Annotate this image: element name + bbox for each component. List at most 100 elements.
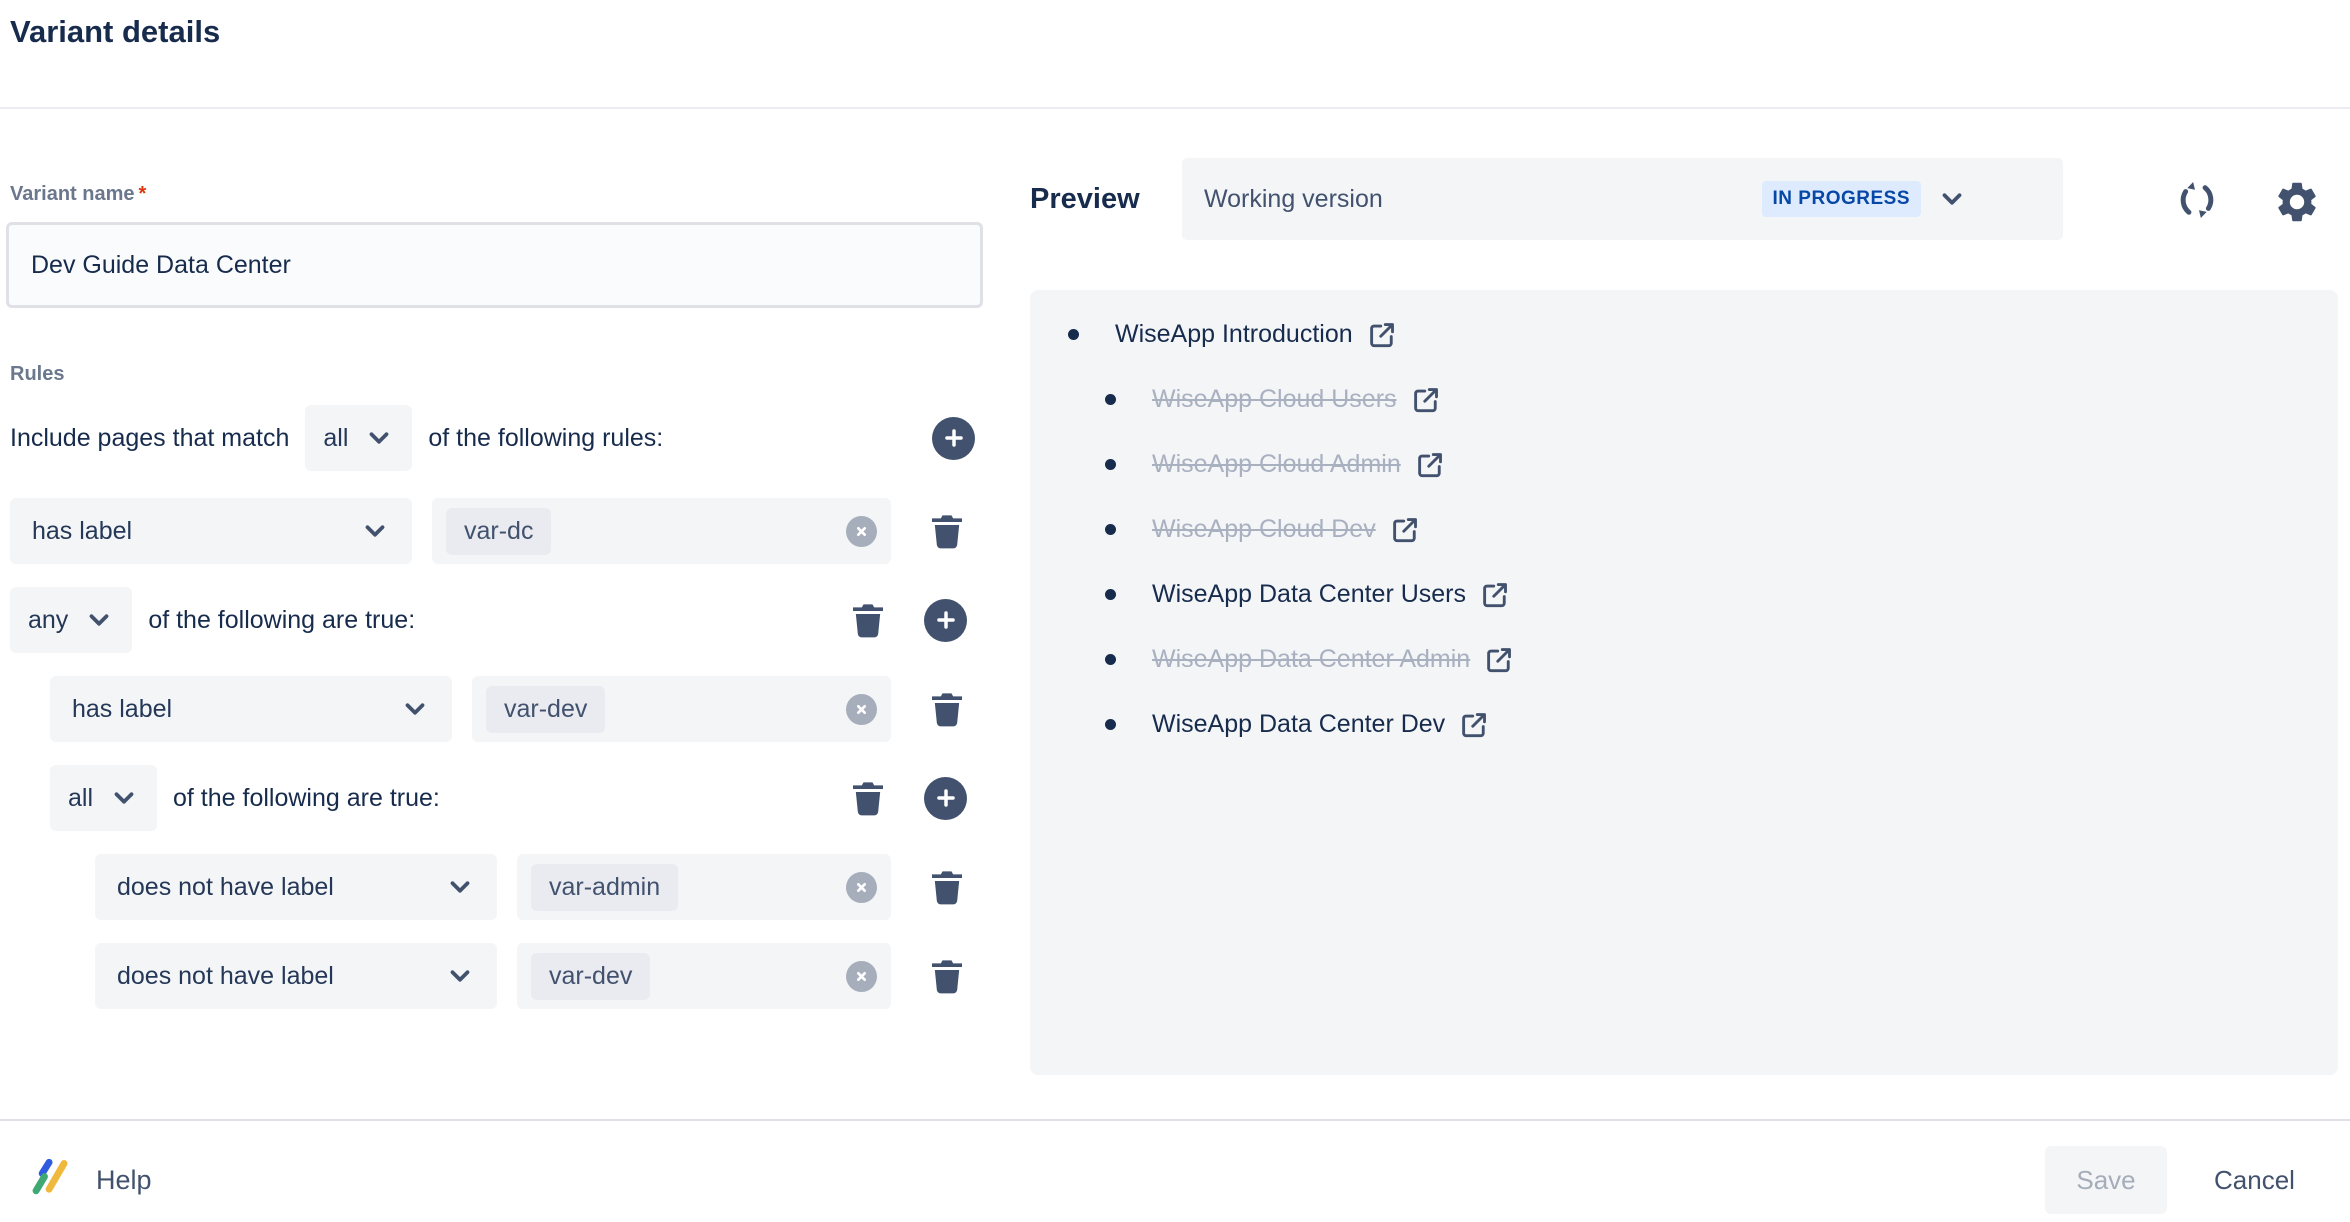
delete-group-button[interactable] xyxy=(848,776,888,820)
label-chip: var-dc xyxy=(446,508,551,555)
chevron-down-icon xyxy=(400,694,430,724)
refresh-preview-button[interactable] xyxy=(2175,178,2219,222)
group-match-select[interactable]: any xyxy=(10,587,132,653)
page-title: Variant details xyxy=(10,14,220,50)
plus-icon xyxy=(941,425,967,451)
rule-value-field[interactable]: var-dev xyxy=(472,676,891,742)
footer-divider xyxy=(0,1119,2350,1121)
rule-value-field[interactable]: var-dev xyxy=(517,943,891,1009)
rule-row: has label var-dc xyxy=(10,498,975,564)
x-icon xyxy=(852,878,871,897)
delete-rule-button[interactable] xyxy=(927,509,967,553)
external-link-icon[interactable] xyxy=(1390,515,1420,545)
chevron-down-icon xyxy=(109,783,139,813)
preview-page-item-excluded: WiseApp Cloud Users xyxy=(1105,367,2308,432)
version-select[interactable]: Working version IN PROGRESS xyxy=(1182,158,2063,240)
label-chip: var-dev xyxy=(531,953,650,1000)
preview-page-item-excluded: WiseApp Cloud Dev xyxy=(1105,497,2308,562)
group-match-select[interactable]: all xyxy=(50,765,157,831)
preview-page-item-excluded: WiseApp Data Center Admin xyxy=(1105,627,2308,692)
rule-value-field[interactable]: var-admin xyxy=(517,854,891,920)
variant-name-label: Variant name* xyxy=(10,183,146,206)
bullet-icon xyxy=(1105,524,1116,535)
help-label: Help xyxy=(96,1165,152,1196)
chevron-down-icon xyxy=(1937,184,1967,214)
version-select-value: Working version xyxy=(1204,185,1383,214)
preview-panel: WiseApp Introduction WiseApp Cloud Users… xyxy=(1030,290,2338,1075)
remove-value-button[interactable] xyxy=(846,872,877,903)
preview-page-link[interactable]: WiseApp Cloud Users xyxy=(1152,385,1397,414)
save-button[interactable]: Save xyxy=(2045,1146,2167,1214)
preview-page-item: WiseApp Introduction xyxy=(1068,302,2308,367)
plus-icon xyxy=(933,785,959,811)
external-link-icon[interactable] xyxy=(1367,320,1397,350)
rule-row: has label var-dev xyxy=(50,676,975,742)
preview-page-link[interactable]: WiseApp Cloud Dev xyxy=(1152,515,1376,544)
preview-page-link[interactable]: WiseApp Data Center Admin xyxy=(1152,645,1470,674)
variant-details-dialog: Variant details Variant name* Rules Incl… xyxy=(0,0,2350,1222)
plus-icon xyxy=(933,607,959,633)
add-nested-rule-button[interactable] xyxy=(924,777,967,820)
external-link-icon[interactable] xyxy=(1484,645,1514,675)
x-icon xyxy=(852,967,871,986)
rule-operator-select[interactable]: has label xyxy=(10,498,412,564)
preview-page-link[interactable]: WiseApp Introduction xyxy=(1115,320,1353,349)
rule-operator-select[interactable]: does not have label xyxy=(95,943,497,1009)
external-link-icon[interactable] xyxy=(1411,385,1441,415)
delete-rule-button[interactable] xyxy=(927,954,967,998)
label-chip: var-dev xyxy=(486,686,605,733)
rules-label: Rules xyxy=(10,363,64,386)
preview-page-link[interactable]: WiseApp Data Center Users xyxy=(1152,580,1466,609)
delete-group-button[interactable] xyxy=(848,598,888,642)
match-type-select[interactable]: all xyxy=(305,405,412,471)
include-prefix-text: Include pages that match xyxy=(10,424,289,453)
preview-page-item: WiseApp Data Center Users xyxy=(1105,562,2308,627)
bullet-icon xyxy=(1105,459,1116,470)
external-link-icon[interactable] xyxy=(1480,580,1510,610)
group-suffix-text: of the following are true: xyxy=(148,606,415,635)
refresh-icon xyxy=(2175,178,2219,222)
include-rule-row: Include pages that match all of the foll… xyxy=(10,403,975,473)
status-badge: IN PROGRESS xyxy=(1762,181,1921,217)
preview-page-link[interactable]: WiseApp Data Center Dev xyxy=(1152,710,1445,739)
remove-value-button[interactable] xyxy=(846,694,877,725)
chevron-down-icon xyxy=(360,516,390,546)
add-rule-button[interactable] xyxy=(932,417,975,460)
trash-icon xyxy=(927,954,967,998)
x-icon xyxy=(852,700,871,719)
external-link-icon[interactable] xyxy=(1459,710,1489,740)
bullet-icon xyxy=(1068,329,1079,340)
chevron-down-icon xyxy=(364,423,394,453)
remove-value-button[interactable] xyxy=(846,961,877,992)
help-button[interactable]: Help xyxy=(28,1146,152,1214)
k15t-logo-icon xyxy=(28,1157,74,1203)
variant-name-input[interactable] xyxy=(6,222,983,308)
label-chip: var-admin xyxy=(531,864,678,911)
trash-icon xyxy=(927,509,967,553)
rule-row: does not have label var-admin xyxy=(95,854,975,920)
rule-group-row: all of the following are true: xyxy=(50,765,975,831)
add-nested-rule-button[interactable] xyxy=(924,599,967,642)
group-suffix-text: of the following are true: xyxy=(173,784,440,813)
include-suffix-text: of the following rules: xyxy=(428,424,663,453)
rule-value-field[interactable]: var-dc xyxy=(432,498,891,564)
bullet-icon xyxy=(1105,654,1116,665)
remove-value-button[interactable] xyxy=(846,516,877,547)
rule-operator-select[interactable]: has label xyxy=(50,676,452,742)
rule-group-row: any of the following are true: xyxy=(10,587,975,653)
trash-icon xyxy=(927,865,967,909)
rule-operator-select[interactable]: does not have label xyxy=(95,854,497,920)
delete-rule-button[interactable] xyxy=(927,865,967,909)
x-icon xyxy=(852,522,871,541)
trash-icon xyxy=(848,776,888,820)
preview-page-item: WiseApp Data Center Dev xyxy=(1105,692,2308,757)
bullet-icon xyxy=(1105,394,1116,405)
preview-page-item-excluded: WiseApp Cloud Admin xyxy=(1105,432,2308,497)
cancel-button[interactable]: Cancel xyxy=(2200,1146,2309,1214)
trash-icon xyxy=(927,687,967,731)
external-link-icon[interactable] xyxy=(1415,450,1445,480)
preview-settings-button[interactable] xyxy=(2273,178,2321,226)
preview-page-link[interactable]: WiseApp Cloud Admin xyxy=(1152,450,1401,479)
delete-rule-button[interactable] xyxy=(927,687,967,731)
trash-icon xyxy=(848,598,888,642)
